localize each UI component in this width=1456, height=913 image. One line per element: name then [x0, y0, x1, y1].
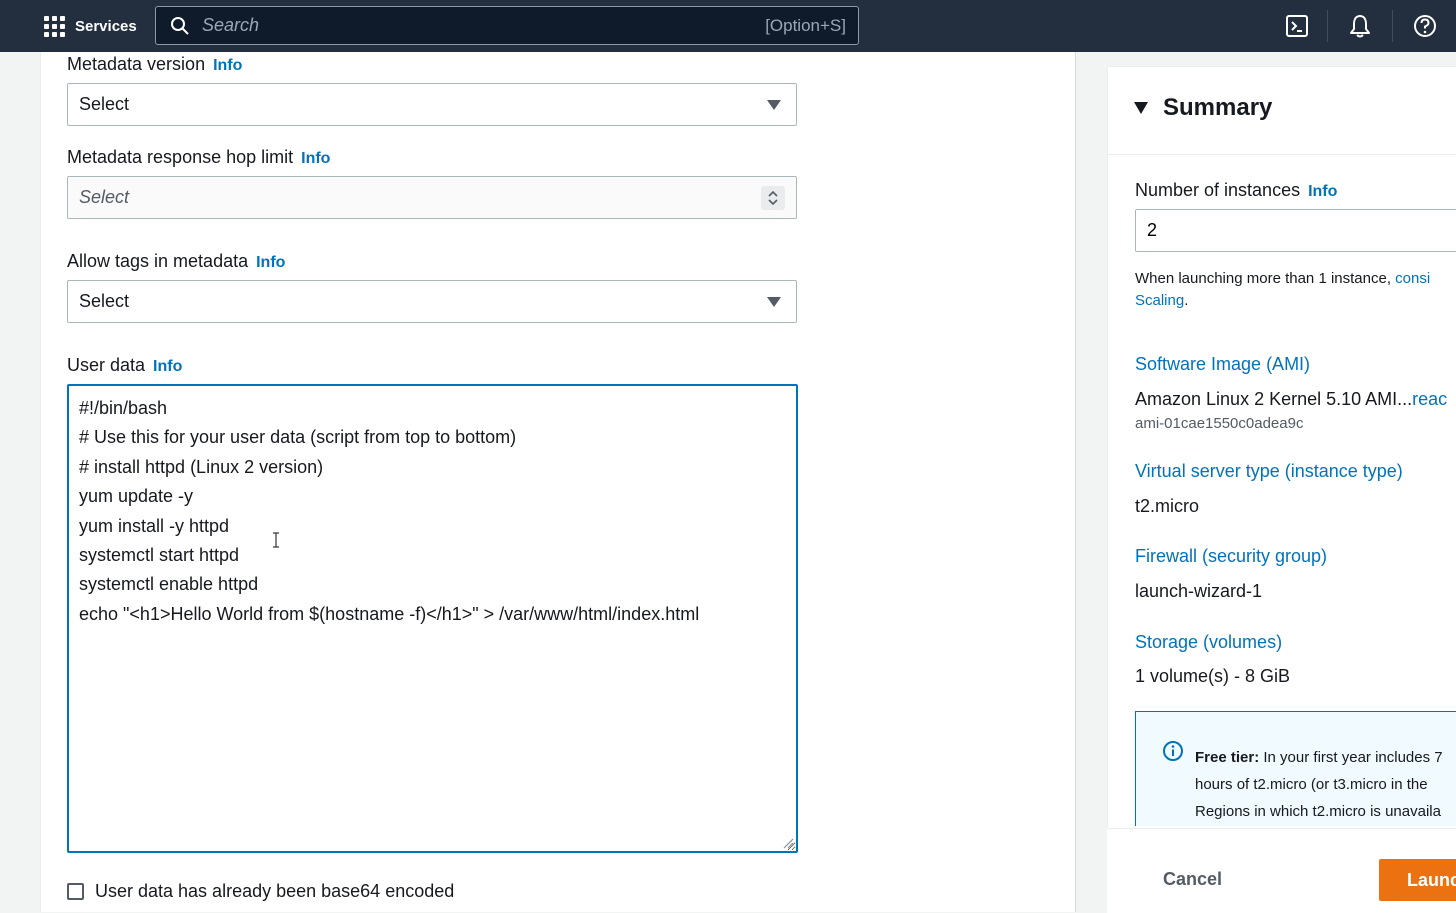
user-data-label-text: User data	[67, 355, 146, 375]
user-data-line: yum install -y httpd	[79, 515, 230, 536]
allow-tags-label-text: Allow tags in metadata	[67, 251, 249, 271]
user-data-line: yum update -y	[79, 486, 194, 507]
hop-limit-info-link[interactable]: Info	[301, 150, 330, 167]
user-data-line: # Use this for your user data (script fr…	[79, 427, 517, 448]
nav-divider	[1392, 10, 1393, 42]
free-tier-line: In your first year includes 7	[1259, 749, 1443, 766]
hop-limit-input[interactable]	[68, 186, 721, 209]
instances-input[interactable]	[1136, 219, 1449, 242]
user-data-line: systemctl start httpd	[79, 545, 240, 566]
stepper-arrows-icon	[768, 190, 778, 206]
summary-header	[1107, 66, 1456, 155]
ami-value: Amazon Linux 2 Kernel 5.10 AMI...reac	[1135, 389, 1447, 410]
services-label: Services	[75, 17, 137, 35]
instance-type-heading-link[interactable]: Virtual server type (instance type)	[1135, 461, 1403, 482]
free-tier-line: Regions in which t2.micro is unavaila	[1195, 803, 1441, 820]
top-navigation-bar: Services [Option+S]	[0, 0, 1456, 52]
base64-checkbox-label: User data has already been base64 encode…	[95, 881, 455, 901]
help-icon[interactable]	[1412, 13, 1438, 39]
metadata-version-value: Select	[79, 94, 130, 114]
search-input[interactable]	[200, 14, 766, 37]
hop-limit-label: Metadata response hop limit Info	[67, 147, 330, 168]
caret-down-icon	[767, 297, 781, 307]
metadata-version-select[interactable]: Select	[67, 83, 797, 126]
ami-heading-link[interactable]: Software Image (AMI)	[1135, 354, 1310, 375]
services-menu-button[interactable]: Services	[44, 14, 137, 38]
number-stepper[interactable]	[761, 186, 785, 210]
user-data-line: echo "<h1>Hello World from $(hostname -f…	[79, 603, 700, 624]
free-tier-alert: Free tier: In your first year includes 7…	[1135, 711, 1456, 826]
text-cursor-icon	[273, 532, 279, 548]
free-tier-text: Free tier: In your first year includes 7…	[1195, 744, 1443, 825]
allow-tags-select[interactable]: Select	[67, 280, 797, 323]
base64-checkbox-row[interactable]: User data has already been base64 encode…	[67, 881, 454, 902]
storage-heading-link[interactable]: Storage (volumes)	[1135, 632, 1282, 653]
free-tier-bold: Free tier:	[1195, 749, 1260, 766]
user-data-line: # install httpd (Linux 2 version)	[79, 456, 324, 477]
storage-value: 1 volume(s) - 8 GiB	[1135, 666, 1291, 686]
user-data-line: systemctl enable httpd	[79, 574, 259, 595]
metadata-version-info-link[interactable]: Info	[213, 57, 242, 74]
note-suffix: .	[1184, 292, 1189, 309]
hop-limit-label-text: Metadata response hop limit	[67, 147, 294, 167]
allow-tags-info-link[interactable]: Info	[256, 254, 285, 271]
user-data-textarea[interactable]: #!/bin/bash # Use this for your user dat…	[67, 384, 798, 853]
firewall-heading-link[interactable]: Firewall (security group)	[1135, 546, 1327, 567]
search-icon	[171, 16, 189, 35]
allow-tags-label: Allow tags in metadata Info	[67, 251, 285, 272]
note-text: When launching more than 1 instance,	[1135, 270, 1396, 287]
hop-limit-field	[67, 176, 797, 219]
free-tier-line: hours of t2.micro (or t3.micro in the	[1195, 776, 1428, 793]
instances-label: Number of instances Info	[1135, 180, 1337, 201]
user-data-line: #!/bin/bash	[79, 398, 168, 418]
instance-type-value: t2.micro	[1135, 496, 1200, 516]
user-data-label: User data Info	[67, 355, 182, 376]
cancel-button[interactable]: Cancel	[1163, 869, 1222, 890]
notifications-icon[interactable]	[1347, 13, 1373, 39]
launch-instance-button[interactable]: Launc	[1379, 859, 1456, 901]
resize-handle-icon[interactable]	[782, 837, 794, 849]
allow-tags-value: Select	[79, 291, 130, 311]
ami-name: Amazon Linux 2 Kernel 5.10 AMI...	[1135, 389, 1413, 409]
read-more-link[interactable]: reac	[1412, 389, 1447, 409]
collapse-caret-icon[interactable]	[1134, 102, 1148, 114]
metadata-version-label: Metadata version Info	[67, 54, 242, 75]
instances-note: When launching more than 1 instance, con…	[1135, 268, 1456, 312]
scaling-link[interactable]: Scaling	[1135, 292, 1184, 309]
info-circle-icon	[1163, 741, 1183, 761]
instances-label-text: Number of instances	[1135, 180, 1301, 200]
metadata-version-label-text: Metadata version	[67, 54, 206, 74]
instances-info-link[interactable]: Info	[1308, 183, 1337, 200]
instances-field	[1135, 209, 1456, 252]
user-data-info-link[interactable]: Info	[153, 358, 182, 375]
consider-link[interactable]: consi	[1395, 270, 1430, 287]
nav-divider	[1327, 10, 1328, 42]
cloudshell-icon[interactable]	[1284, 13, 1310, 39]
caret-down-icon	[767, 100, 781, 110]
ami-id: ami-01cae1550c0adea9c	[1135, 415, 1304, 432]
search-bar[interactable]: [Option+S]	[155, 6, 859, 45]
search-shortcut-hint: [Option+S]	[765, 15, 846, 35]
base64-checkbox[interactable]	[67, 883, 84, 900]
summary-title: Summary	[1163, 94, 1273, 121]
apps-grid-icon	[44, 15, 65, 37]
firewall-value: launch-wizard-1	[1135, 581, 1263, 601]
